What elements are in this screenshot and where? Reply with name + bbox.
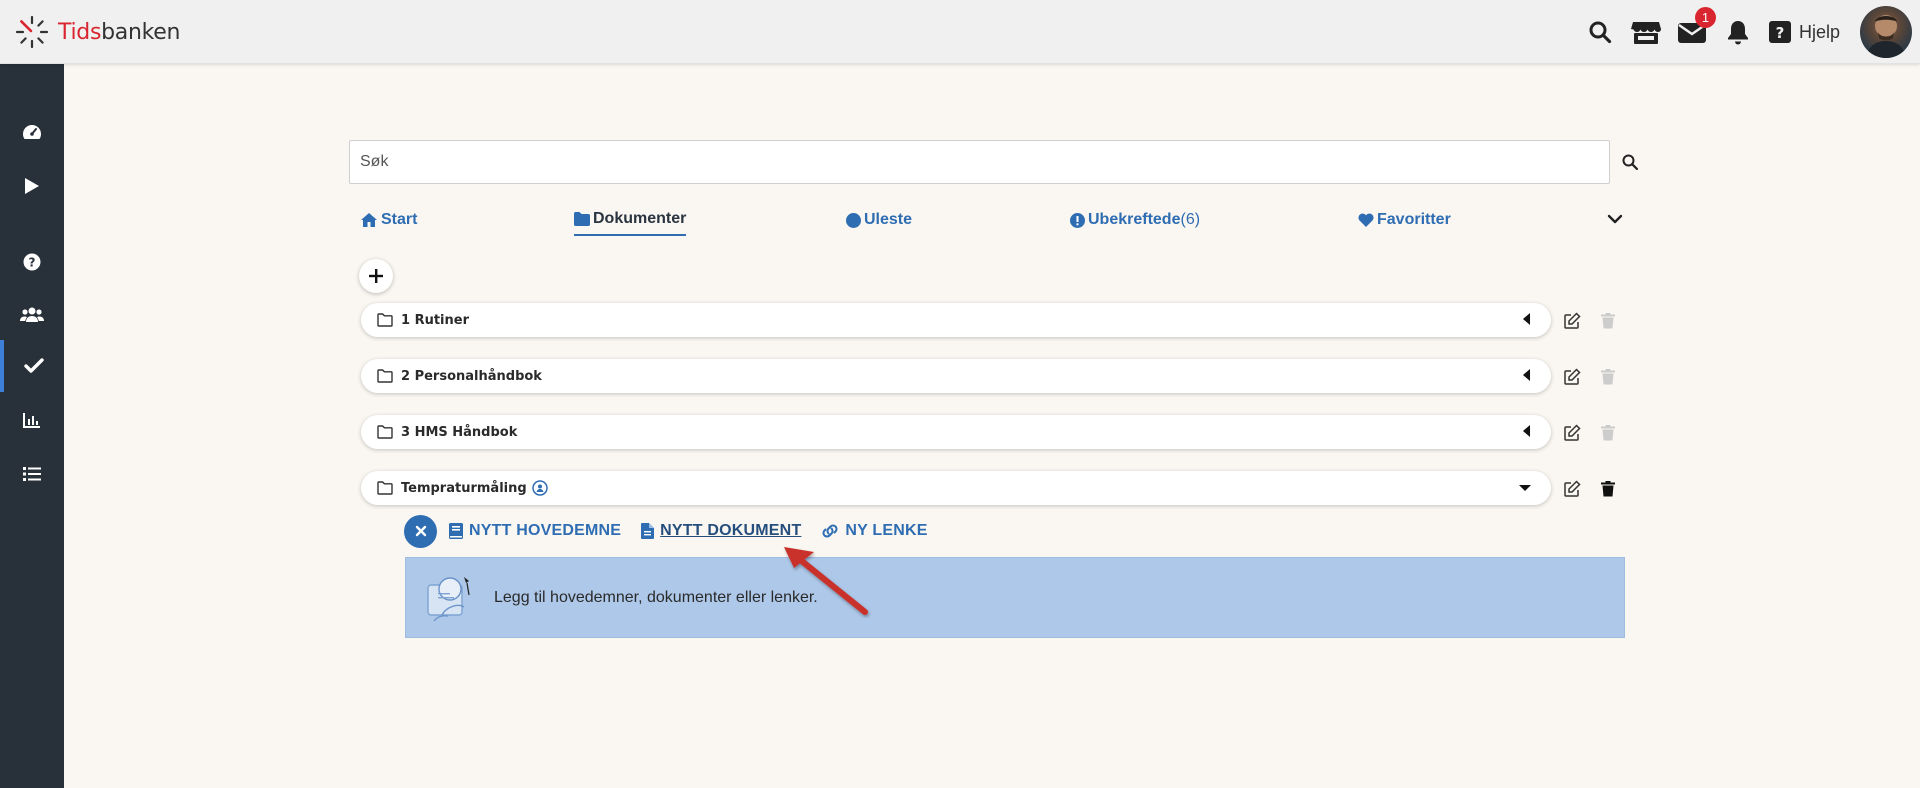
- trash-icon: [1601, 425, 1615, 441]
- sidebar: ?: [0, 64, 64, 788]
- sidebar-item-help[interactable]: ?: [0, 236, 64, 288]
- sidebar-item-tasks[interactable]: [0, 340, 64, 392]
- caret-left-icon: [1523, 369, 1530, 381]
- close-actions-button[interactable]: [404, 514, 437, 548]
- edit-icon: [1564, 312, 1581, 329]
- circle-icon: [846, 212, 861, 228]
- notifications-button[interactable]: [1715, 0, 1761, 64]
- user-group-icon: [531, 480, 548, 496]
- tabs-more-button[interactable]: [1606, 210, 1624, 233]
- folder-outline-icon: [377, 481, 393, 495]
- edit-icon: [1564, 368, 1581, 385]
- folder-actions-bar: NYTT HOVEDEMNE NYTT DOKUMENT NY LENKE: [404, 514, 948, 548]
- new-topic-button[interactable]: NYTT HOVEDEMNE: [449, 522, 621, 540]
- trash-icon: [1601, 481, 1615, 497]
- delete-folder-button[interactable]: [1597, 310, 1619, 332]
- folder-row-3-hms-handbok[interactable]: 3 HMS Håndbok: [361, 415, 1551, 449]
- folder-outline-icon: [377, 369, 393, 383]
- search-icon: [1589, 21, 1612, 44]
- top-bar: Tidsbanken 1 ? Hjelp: [0, 0, 1920, 64]
- new-link-button[interactable]: NY LENKE: [821, 522, 927, 540]
- trash-icon: [1601, 313, 1615, 329]
- search-submit-button[interactable]: [1618, 150, 1642, 174]
- sidebar-item-users[interactable]: [0, 288, 64, 340]
- folder-outline-icon: [377, 425, 393, 439]
- close-icon: [415, 525, 426, 537]
- dashboard-icon: [23, 125, 41, 139]
- search-button[interactable]: [1577, 0, 1623, 64]
- caret-down-icon: [1519, 485, 1531, 491]
- chevron-down-icon: [1607, 214, 1623, 224]
- check-icon: [24, 358, 44, 373]
- edit-folder-button[interactable]: [1561, 310, 1583, 332]
- sidebar-item-dashboard[interactable]: [0, 106, 64, 158]
- delete-folder-button[interactable]: [1597, 478, 1619, 500]
- list-icon: [23, 467, 41, 481]
- caret-left-icon: [1523, 313, 1530, 325]
- folder-name: 1 Rutiner: [401, 312, 469, 328]
- user-avatar[interactable]: [1860, 6, 1912, 58]
- folder-row-2-personalhandbok[interactable]: 2 Personalhåndbok: [361, 359, 1551, 393]
- mail-button[interactable]: 1: [1669, 0, 1716, 64]
- folder-name: 3 HMS Håndbok: [401, 424, 518, 440]
- play-icon: [25, 178, 39, 194]
- folder-outline-icon: [377, 313, 393, 327]
- mail-badge: 1: [1694, 7, 1716, 28]
- edit-folder-button[interactable]: [1561, 366, 1583, 388]
- exclamation-icon: [1070, 212, 1085, 228]
- store-icon: [1630, 22, 1661, 44]
- logo-icon: [15, 15, 49, 49]
- empty-state-illustration: [427, 576, 470, 621]
- brand-name: Tidsbanken: [58, 19, 181, 45]
- folder-row-1-rutiner[interactable]: 1 Rutiner: [361, 303, 1551, 337]
- bell-icon: [1727, 21, 1748, 45]
- search-input[interactable]: [349, 140, 1610, 184]
- tab-start[interactable]: Start: [360, 204, 417, 236]
- book-icon: [449, 523, 463, 539]
- sidebar-item-play[interactable]: [0, 160, 64, 212]
- help-label: Hjelp: [1798, 21, 1840, 42]
- svg-text:?: ?: [29, 256, 36, 270]
- search-bar: [349, 140, 1610, 184]
- help-icon: ?: [23, 253, 41, 271]
- folder-name: 2 Personalhåndbok: [401, 368, 542, 384]
- edit-folder-button[interactable]: [1561, 478, 1583, 500]
- sidebar-item-reports[interactable]: [0, 394, 64, 446]
- empty-folder-info: Legg til hovedemner, dokumenter eller le…: [405, 557, 1625, 638]
- file-icon: [641, 523, 655, 539]
- question-square-icon: ?: [1768, 21, 1791, 43]
- edit-icon: [1564, 480, 1581, 497]
- link-icon: [822, 524, 838, 538]
- home-icon: [361, 213, 377, 227]
- chart-icon: [23, 413, 40, 428]
- tab-uleste[interactable]: Uleste: [846, 204, 912, 236]
- tab-dokumenter[interactable]: Dokumenter: [574, 204, 687, 236]
- avatar-image: [1866, 15, 1906, 58]
- search-icon: [1622, 154, 1638, 170]
- sidebar-item-list[interactable]: [0, 448, 64, 500]
- empty-folder-message: Legg til hovedemner, dokumenter eller le…: [494, 588, 818, 606]
- delete-folder-button[interactable]: [1597, 422, 1619, 444]
- folder-row-tempraturmaling[interactable]: Tempraturmåling: [361, 471, 1551, 505]
- add-folder-button[interactable]: [359, 259, 393, 293]
- svg-text:?: ?: [1776, 24, 1785, 42]
- users-icon: [20, 307, 44, 322]
- help-button[interactable]: ? Hjelp: [1768, 0, 1840, 64]
- logo[interactable]: Tidsbanken: [14, 14, 180, 50]
- document-tabs: Start Dokumenter Uleste Ubekreftede (6) F…: [358, 204, 1628, 236]
- caret-left-icon: [1523, 425, 1530, 437]
- folder-icon: [574, 212, 590, 226]
- store-button[interactable]: [1623, 0, 1669, 64]
- folder-name: Tempraturmåling: [401, 480, 527, 496]
- tab-ubekreftede[interactable]: Ubekreftede (6): [1070, 204, 1200, 236]
- heart-icon: [1358, 213, 1374, 227]
- unconfirmed-count: (6): [1180, 211, 1201, 228]
- tab-favoritter[interactable]: Favoritter: [1358, 204, 1451, 236]
- plus-icon: [369, 269, 383, 283]
- edit-icon: [1564, 424, 1581, 441]
- delete-folder-button[interactable]: [1597, 366, 1619, 388]
- edit-folder-button[interactable]: [1561, 422, 1583, 444]
- new-document-button[interactable]: NYTT DOKUMENT: [641, 522, 801, 540]
- trash-icon: [1601, 369, 1615, 385]
